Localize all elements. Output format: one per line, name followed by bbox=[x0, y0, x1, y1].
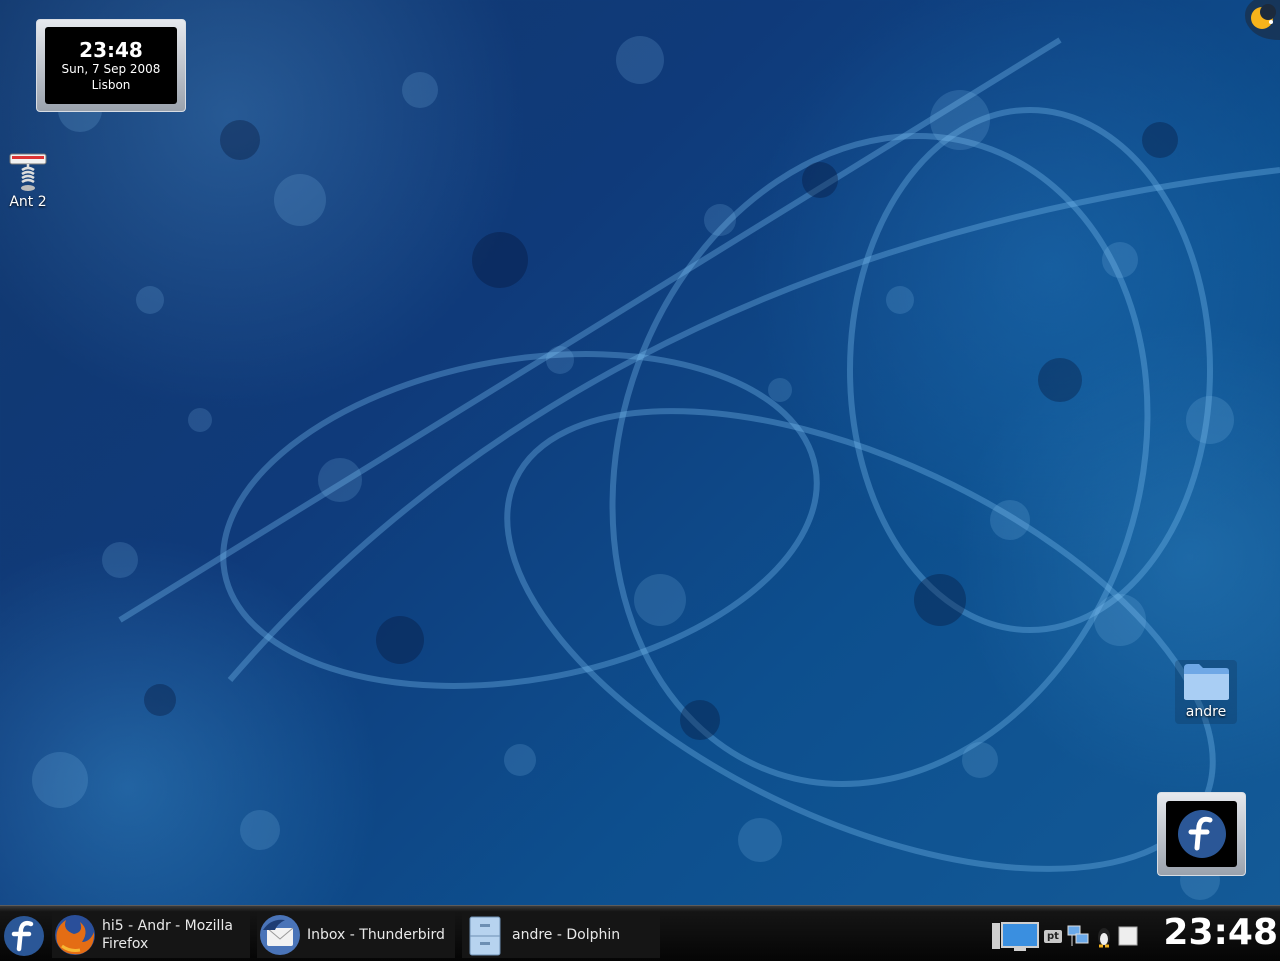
desktop-wallpaper bbox=[32, 36, 1280, 900]
taskbar-task-dolphin[interactable]: andre - Dolphin bbox=[462, 912, 660, 958]
task-title: andre - Dolphin bbox=[512, 927, 621, 943]
taskbar: hi5 - Andr - Mozilla Firefox Inbox - Thu… bbox=[0, 905, 1280, 961]
thunderbird-icon bbox=[260, 915, 300, 955]
clock-date: Sun, 7 Sep 2008 bbox=[61, 61, 161, 76]
keyboard-layout-indicator[interactable]: pt bbox=[1044, 929, 1062, 943]
fedora-widget-screen bbox=[1166, 801, 1237, 867]
system-tray: pt bbox=[990, 916, 1138, 956]
clipboard-icon[interactable] bbox=[1118, 925, 1138, 947]
taskbar-task-firefox[interactable]: hi5 - Andr - Mozilla Firefox bbox=[52, 912, 250, 958]
desktop-toolbox-icon[interactable] bbox=[1240, 0, 1280, 40]
clock-time: 23:48 bbox=[79, 37, 143, 62]
desktop-icon-label: Ant 2 bbox=[9, 194, 47, 210]
network-icon[interactable] bbox=[1066, 924, 1090, 948]
tux-icon[interactable] bbox=[1094, 924, 1114, 948]
digital-clock-widget[interactable]: 23:48 Sun, 7 Sep 2008 Lisbon bbox=[36, 19, 186, 112]
task-title: Inbox - Thunderbird bbox=[307, 927, 445, 943]
firefox-icon bbox=[55, 915, 95, 955]
fedora-menu-icon[interactable] bbox=[2, 914, 46, 958]
desktop-icon-label: andre bbox=[1185, 704, 1227, 720]
desktop-icon-ant2[interactable]: Ant 2 bbox=[0, 146, 56, 210]
fedora-logo-icon bbox=[1177, 810, 1226, 858]
task-title: hi5 - Andr - Mozilla Firefox bbox=[102, 918, 233, 952]
fedora-launcher-widget[interactable] bbox=[1157, 792, 1246, 876]
taskbar-clock[interactable]: 23:48 bbox=[1156, 910, 1278, 956]
file-cabinet-icon bbox=[469, 916, 501, 956]
clock-screen: 23:48 Sun, 7 Sep 2008 Lisbon bbox=[45, 27, 177, 104]
desktop-icon-andre[interactable]: andre bbox=[1175, 660, 1237, 724]
folder-icon bbox=[1184, 664, 1229, 700]
taskbar-task-thunderbird[interactable]: Inbox - Thunderbird bbox=[257, 912, 455, 958]
ant-build-icon bbox=[9, 153, 47, 191]
desktop-pager-icon[interactable] bbox=[990, 919, 1040, 953]
clock-city: Lisbon bbox=[91, 77, 131, 92]
